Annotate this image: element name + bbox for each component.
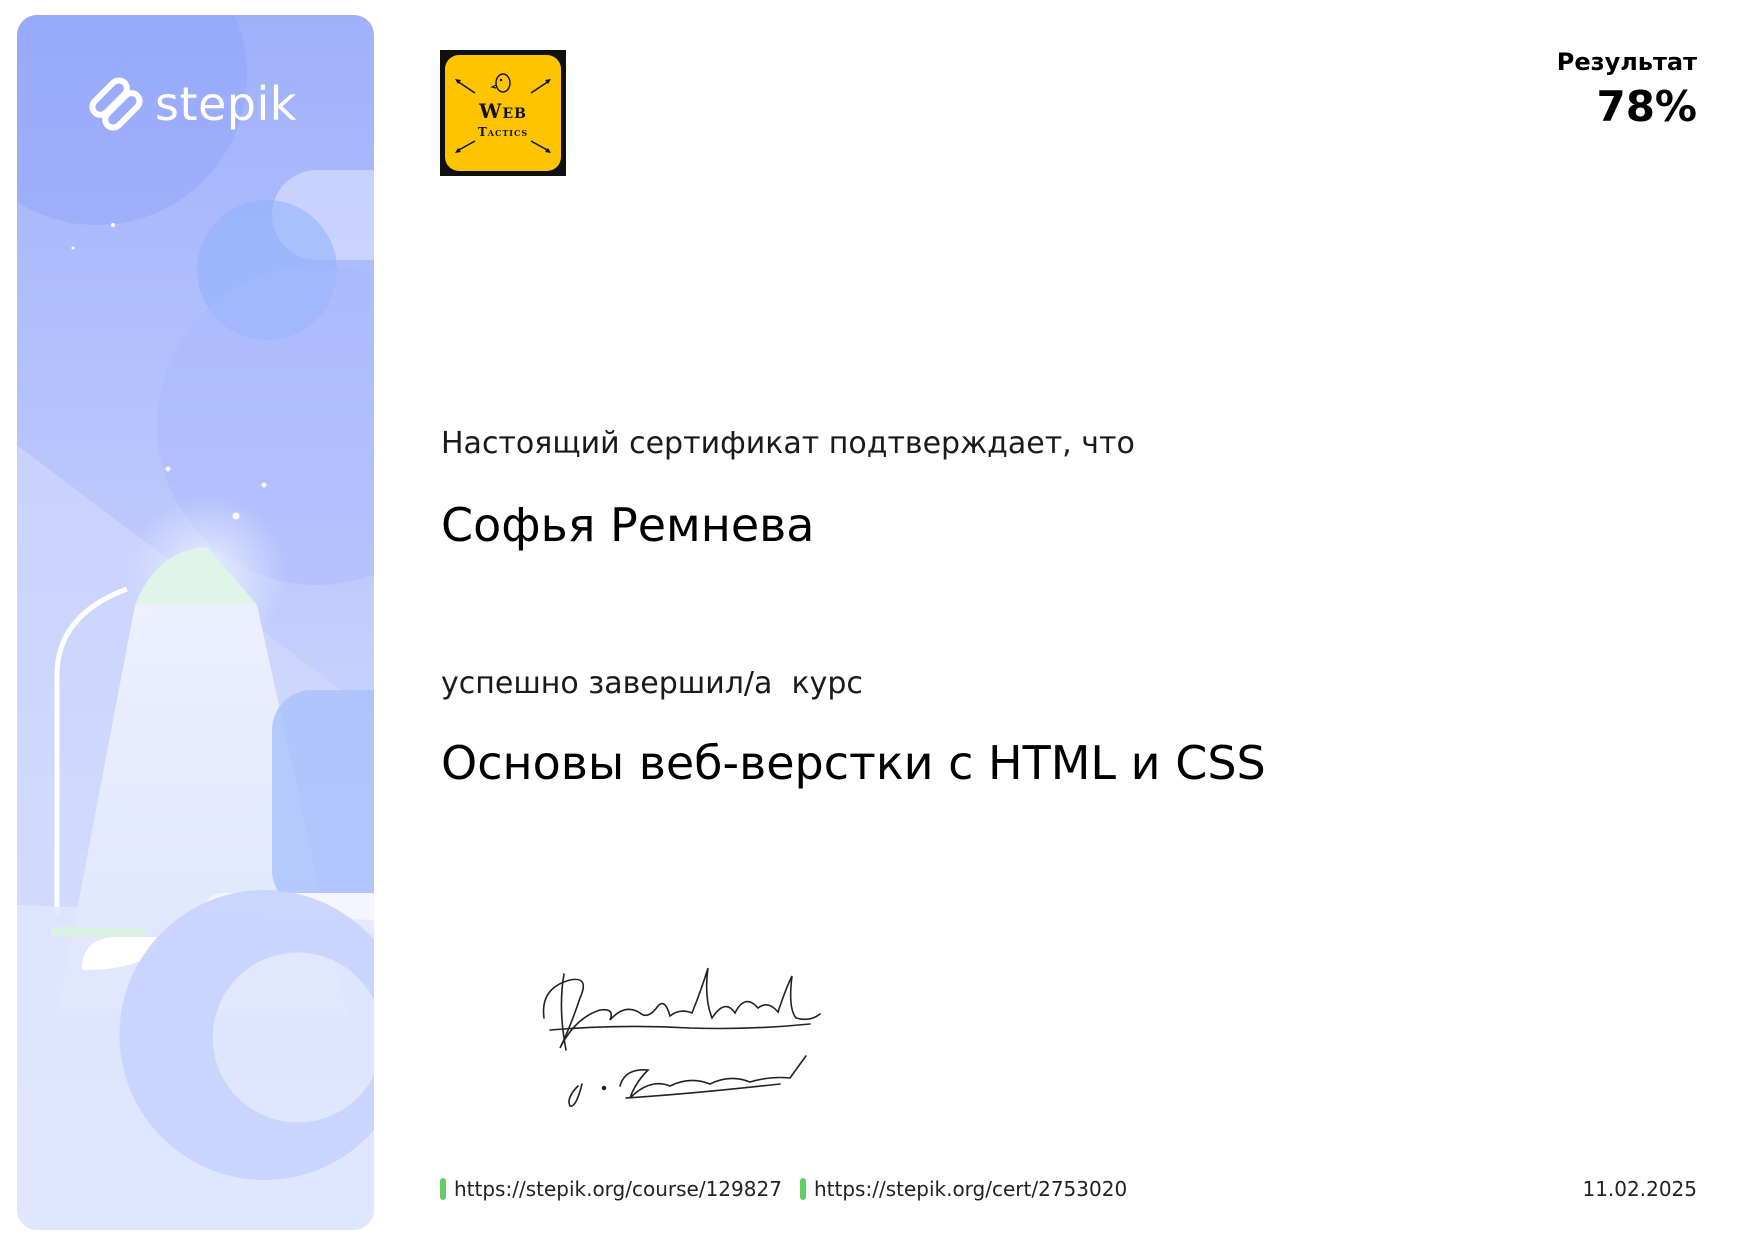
completed-text: успешно завершил/а курс — [441, 666, 863, 701]
cert-link[interactable]: https://stepik.org/cert/2753020 — [800, 1177, 1127, 1201]
signature — [542, 967, 821, 1107]
course-link-marker — [440, 1178, 446, 1200]
partner-name-line-2: Tactics — [477, 125, 529, 139]
cert-url[interactable]: https://stepik.org/cert/2753020 — [814, 1177, 1127, 1201]
partner-logo: Web Tactics — [440, 50, 566, 176]
stepik-brand: stepik — [89, 77, 297, 131]
decorative-illustration — [17, 15, 374, 1230]
side-panel: stepik — [17, 15, 374, 1230]
certificate-intro: Настоящий сертификат подтверждает, что — [441, 426, 1135, 461]
course-title: Основы веб-верстки с HTML и CSS — [441, 736, 1266, 790]
brand-name: stepik — [155, 77, 297, 131]
cert-link-marker — [800, 1178, 806, 1200]
result-label: Результат — [1556, 48, 1697, 76]
issue-date: 11.02.2025 — [1582, 1177, 1697, 1201]
course-url[interactable]: https://stepik.org/course/129827 — [454, 1177, 782, 1201]
course-link[interactable]: https://stepik.org/course/129827 — [440, 1177, 782, 1201]
result-value: 78% — [1596, 81, 1697, 131]
stepik-logo-icon — [89, 77, 143, 131]
recipient-name: Софья Ремнева — [441, 498, 815, 552]
result-block: Результат 78% — [1557, 48, 1697, 133]
partner-name-line-1: Web — [479, 99, 527, 123]
partner-logo-badge: Web Tactics — [445, 55, 561, 171]
bird-icon — [490, 73, 511, 93]
